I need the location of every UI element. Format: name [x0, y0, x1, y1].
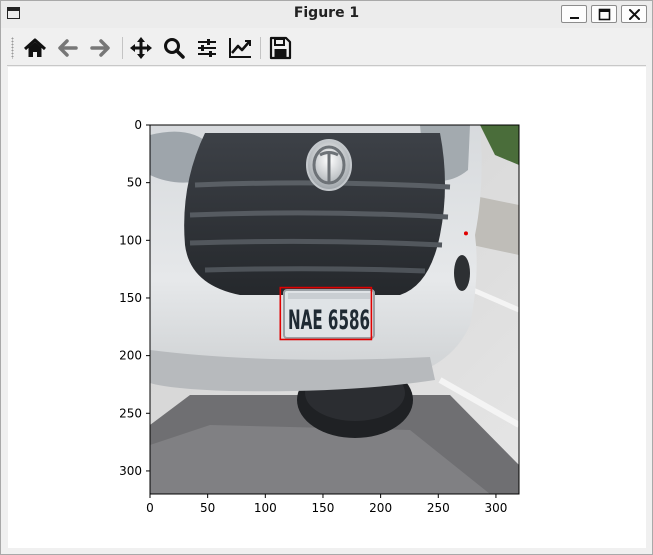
x-tick-label: 200 — [369, 501, 392, 515]
x-tick-label: 0 — [146, 501, 154, 515]
minimize-button[interactable] — [561, 5, 587, 23]
x-tick-label: 250 — [427, 501, 450, 515]
y-tick-label: 300 — [119, 464, 142, 478]
axes-frame: 0 50 100 150 200 250 300 0 50 100 150 200 250 300 — [119, 118, 520, 515]
figure-canvas[interactable]: NAE 6586 0 50 100 150 200 250 300 0 50 100 150 200 2… — [8, 67, 646, 548]
y-tick-label: 150 — [119, 291, 142, 305]
home-icon — [23, 38, 47, 57]
move-icon — [130, 37, 152, 59]
configure-subplots-button[interactable] — [194, 35, 220, 61]
toolbar-separator — [260, 37, 261, 59]
x-tick-label: 300 — [484, 501, 507, 515]
y-tick-label: 200 — [119, 349, 142, 363]
home-button[interactable] — [22, 35, 48, 61]
y-tick-label: 0 — [134, 118, 142, 132]
x-tick-label: 50 — [200, 501, 215, 515]
y-tick-label: 100 — [119, 233, 142, 247]
sliders-icon — [198, 39, 216, 57]
x-tick-label: 100 — [254, 501, 277, 515]
minimize-icon — [570, 17, 579, 19]
arrow-right-icon — [90, 39, 110, 57]
close-button[interactable] — [621, 5, 647, 23]
line-chart-icon — [229, 38, 251, 58]
navigation-toolbar — [7, 29, 646, 66]
back-button[interactable] — [55, 35, 81, 61]
zoom-button[interactable] — [161, 35, 187, 61]
magnifier-icon — [164, 38, 185, 59]
y-tick-label: 250 — [119, 406, 142, 420]
close-icon — [629, 9, 640, 20]
title-bar[interactable]: Figure 1 — [1, 1, 652, 28]
maximize-button[interactable] — [591, 5, 617, 23]
y-tick-label: 50 — [127, 176, 142, 190]
toolbar-separator — [122, 37, 123, 59]
toolbar-grip[interactable] — [11, 37, 14, 59]
pan-button[interactable] — [128, 35, 154, 61]
figure-window: Figure 1 NAE 6586 0 50 100 150 200 250 3… — [0, 0, 653, 555]
arrow-left-icon — [58, 39, 78, 57]
edit-axes-button[interactable] — [227, 35, 253, 61]
floppy-disk-icon — [269, 36, 292, 60]
window-title: Figure 1 — [293, 5, 360, 21]
x-tick-label: 150 — [312, 501, 335, 515]
maximize-icon — [598, 8, 611, 21]
save-button[interactable] — [267, 35, 293, 61]
axes-spine — [149, 124, 520, 495]
forward-button[interactable] — [87, 35, 113, 61]
